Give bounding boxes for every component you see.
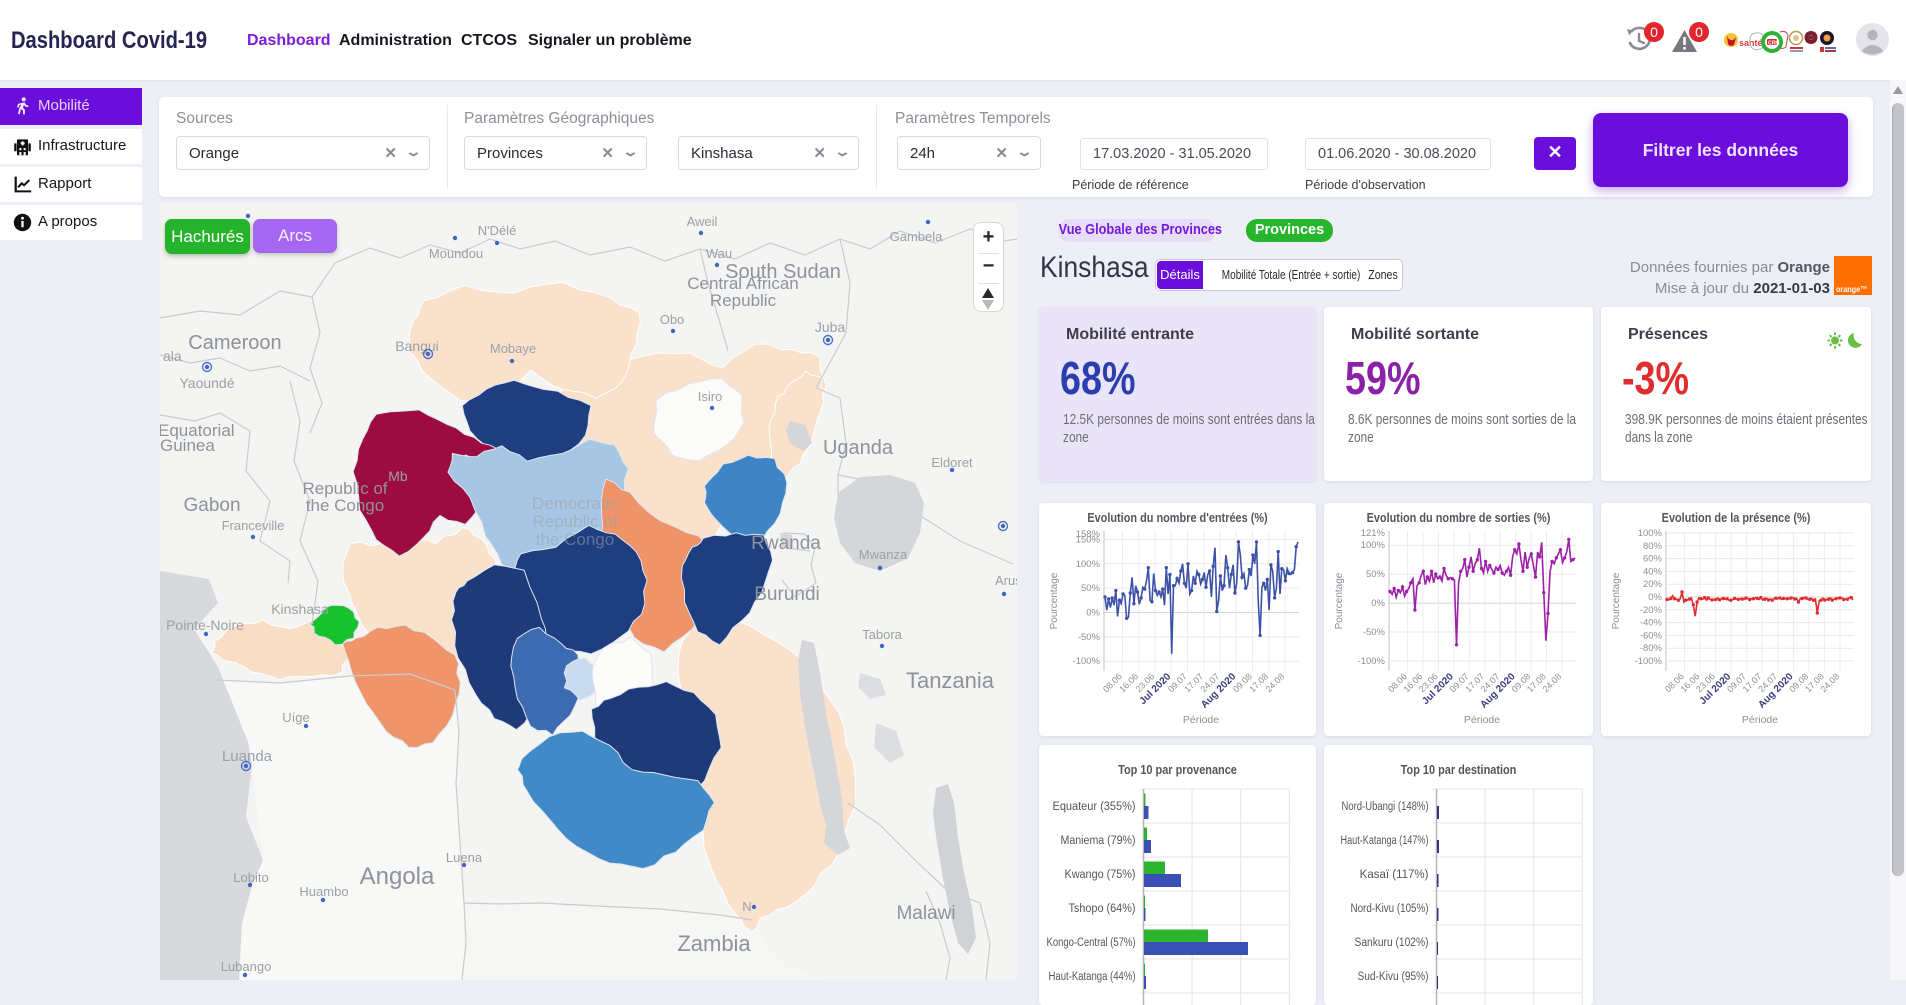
svg-text:Franceville: Franceville bbox=[222, 518, 285, 533]
svg-text:Rwanda: Rwanda bbox=[751, 533, 821, 554]
svg-text:0%: 0% bbox=[1371, 598, 1385, 609]
svg-text:ala: ala bbox=[163, 348, 182, 364]
svg-text:Democratic: Democratic bbox=[532, 494, 618, 513]
svg-text:Eldoret: Eldoret bbox=[931, 455, 973, 470]
svg-text:CRM: CRM bbox=[1768, 41, 1779, 47]
svg-text:158%: 158% bbox=[1076, 529, 1101, 540]
svg-text:100%: 100% bbox=[1638, 528, 1663, 539]
svg-text:Lobito: Lobito bbox=[233, 870, 268, 885]
svg-text:50%: 50% bbox=[1366, 569, 1386, 580]
svg-text:-100%: -100% bbox=[1358, 656, 1386, 667]
svg-text:Republic: Republic bbox=[710, 291, 777, 310]
svg-text:Angola: Angola bbox=[360, 863, 435, 890]
svg-text:South Sudan: South Sudan bbox=[725, 261, 841, 283]
svg-text:Mb: Mb bbox=[388, 468, 408, 484]
svg-text:Haut-Katanga (147%): Haut-Katanga (147%) bbox=[1341, 835, 1429, 847]
svg-text:Période: Période bbox=[1464, 714, 1500, 726]
svg-text:-100%: -100% bbox=[1073, 656, 1101, 667]
svg-text:-50%: -50% bbox=[1363, 627, 1386, 638]
svg-text:Sud-Kivu (95%): Sud-Kivu (95%) bbox=[1358, 971, 1429, 983]
svg-text:Guinea: Guinea bbox=[160, 436, 215, 455]
svg-text:-40%: -40% bbox=[1640, 618, 1663, 629]
svg-text:Huambo: Huambo bbox=[299, 884, 348, 899]
svg-text:N'Délé: N'Délé bbox=[478, 223, 517, 238]
svg-text:Aweil: Aweil bbox=[687, 214, 718, 229]
svg-text:Gambela: Gambela bbox=[890, 229, 944, 244]
svg-text:-50%: -50% bbox=[1078, 632, 1101, 643]
svg-text:the Congo: the Congo bbox=[536, 530, 614, 549]
svg-text:-100%: -100% bbox=[1635, 656, 1663, 667]
svg-text:100%: 100% bbox=[1076, 559, 1101, 570]
svg-text:Période: Période bbox=[1742, 714, 1778, 726]
svg-text:Mwanza: Mwanza bbox=[859, 547, 908, 562]
svg-text:Kinshasa: Kinshasa bbox=[271, 601, 329, 617]
svg-text:Mobaye: Mobaye bbox=[490, 341, 536, 356]
svg-text:Luanda: Luanda bbox=[222, 748, 273, 765]
svg-text:Juba: Juba bbox=[815, 319, 846, 335]
svg-text:20%: 20% bbox=[1643, 579, 1663, 590]
svg-text:Tabora: Tabora bbox=[862, 627, 903, 642]
svg-text:-80%: -80% bbox=[1640, 643, 1663, 654]
svg-text:Republic of: Republic of bbox=[532, 512, 617, 531]
svg-text:Sankuru (102%): Sankuru (102%) bbox=[1355, 937, 1429, 949]
svg-text:Arush: Arush bbox=[995, 573, 1017, 588]
svg-text:60%: 60% bbox=[1643, 554, 1663, 565]
svg-text:Maniema (79%): Maniema (79%) bbox=[1061, 835, 1136, 847]
svg-text:Tshopo (64%): Tshopo (64%) bbox=[1069, 903, 1136, 915]
svg-text:-60%: -60% bbox=[1640, 630, 1663, 641]
svg-text:N: N bbox=[742, 899, 751, 914]
svg-text:Tanzania: Tanzania bbox=[906, 668, 995, 693]
svg-text:Pourcentage: Pourcentage bbox=[1611, 572, 1622, 629]
svg-text:100%: 100% bbox=[1361, 540, 1386, 551]
svg-text:Cameroon: Cameroon bbox=[188, 332, 281, 354]
svg-text:Uíge: Uíge bbox=[282, 710, 309, 725]
svg-text:-20%: -20% bbox=[1640, 605, 1663, 616]
svg-text:Burundi: Burundi bbox=[754, 584, 820, 605]
svg-text:Nord-Ubangi (148%): Nord-Ubangi (148%) bbox=[1342, 801, 1429, 813]
svg-text:Haut-Katanga (44%): Haut-Katanga (44%) bbox=[1049, 971, 1136, 983]
svg-text:Wau: Wau bbox=[706, 246, 732, 261]
svg-text:50%: 50% bbox=[1081, 583, 1101, 594]
svg-text:121%: 121% bbox=[1361, 528, 1386, 539]
svg-text:Kwango (75%): Kwango (75%) bbox=[1065, 869, 1136, 881]
svg-text:Kongo-Central (57%): Kongo-Central (57%) bbox=[1047, 937, 1136, 949]
svg-text:Gabon: Gabon bbox=[183, 495, 240, 516]
svg-text:Kasaï (117%): Kasaï (117%) bbox=[1360, 869, 1429, 881]
svg-text:Pourcentage: Pourcentage bbox=[1334, 572, 1345, 629]
svg-text:Equateur (355%): Equateur (355%) bbox=[1053, 801, 1136, 813]
svg-text:the Congo: the Congo bbox=[306, 496, 384, 515]
svg-text:Pointe-Noire: Pointe-Noire bbox=[166, 617, 244, 633]
svg-text:Pourcentage: Pourcentage bbox=[1049, 572, 1060, 629]
svg-text:0%: 0% bbox=[1648, 592, 1662, 603]
svg-text:Isiro: Isiro bbox=[698, 389, 723, 404]
svg-text:0%: 0% bbox=[1086, 608, 1100, 619]
svg-text:80%: 80% bbox=[1643, 541, 1663, 552]
svg-text:Obo: Obo bbox=[660, 312, 685, 327]
svg-text:Lubango: Lubango bbox=[221, 959, 272, 974]
svg-text:Moundou: Moundou bbox=[429, 246, 483, 261]
svg-text:24.08: 24.08 bbox=[1263, 671, 1286, 694]
svg-text:40%: 40% bbox=[1643, 566, 1663, 577]
svg-text:Nord-Kivu (105%): Nord-Kivu (105%) bbox=[1351, 903, 1429, 915]
svg-text:Période: Période bbox=[1183, 714, 1219, 726]
svg-text:Malawi: Malawi bbox=[896, 903, 955, 924]
svg-text:Luena: Luena bbox=[446, 850, 483, 865]
svg-text:Yaoundé: Yaoundé bbox=[179, 375, 234, 391]
svg-text:Zambia: Zambia bbox=[677, 931, 751, 956]
svg-text:Uganda: Uganda bbox=[823, 437, 894, 459]
